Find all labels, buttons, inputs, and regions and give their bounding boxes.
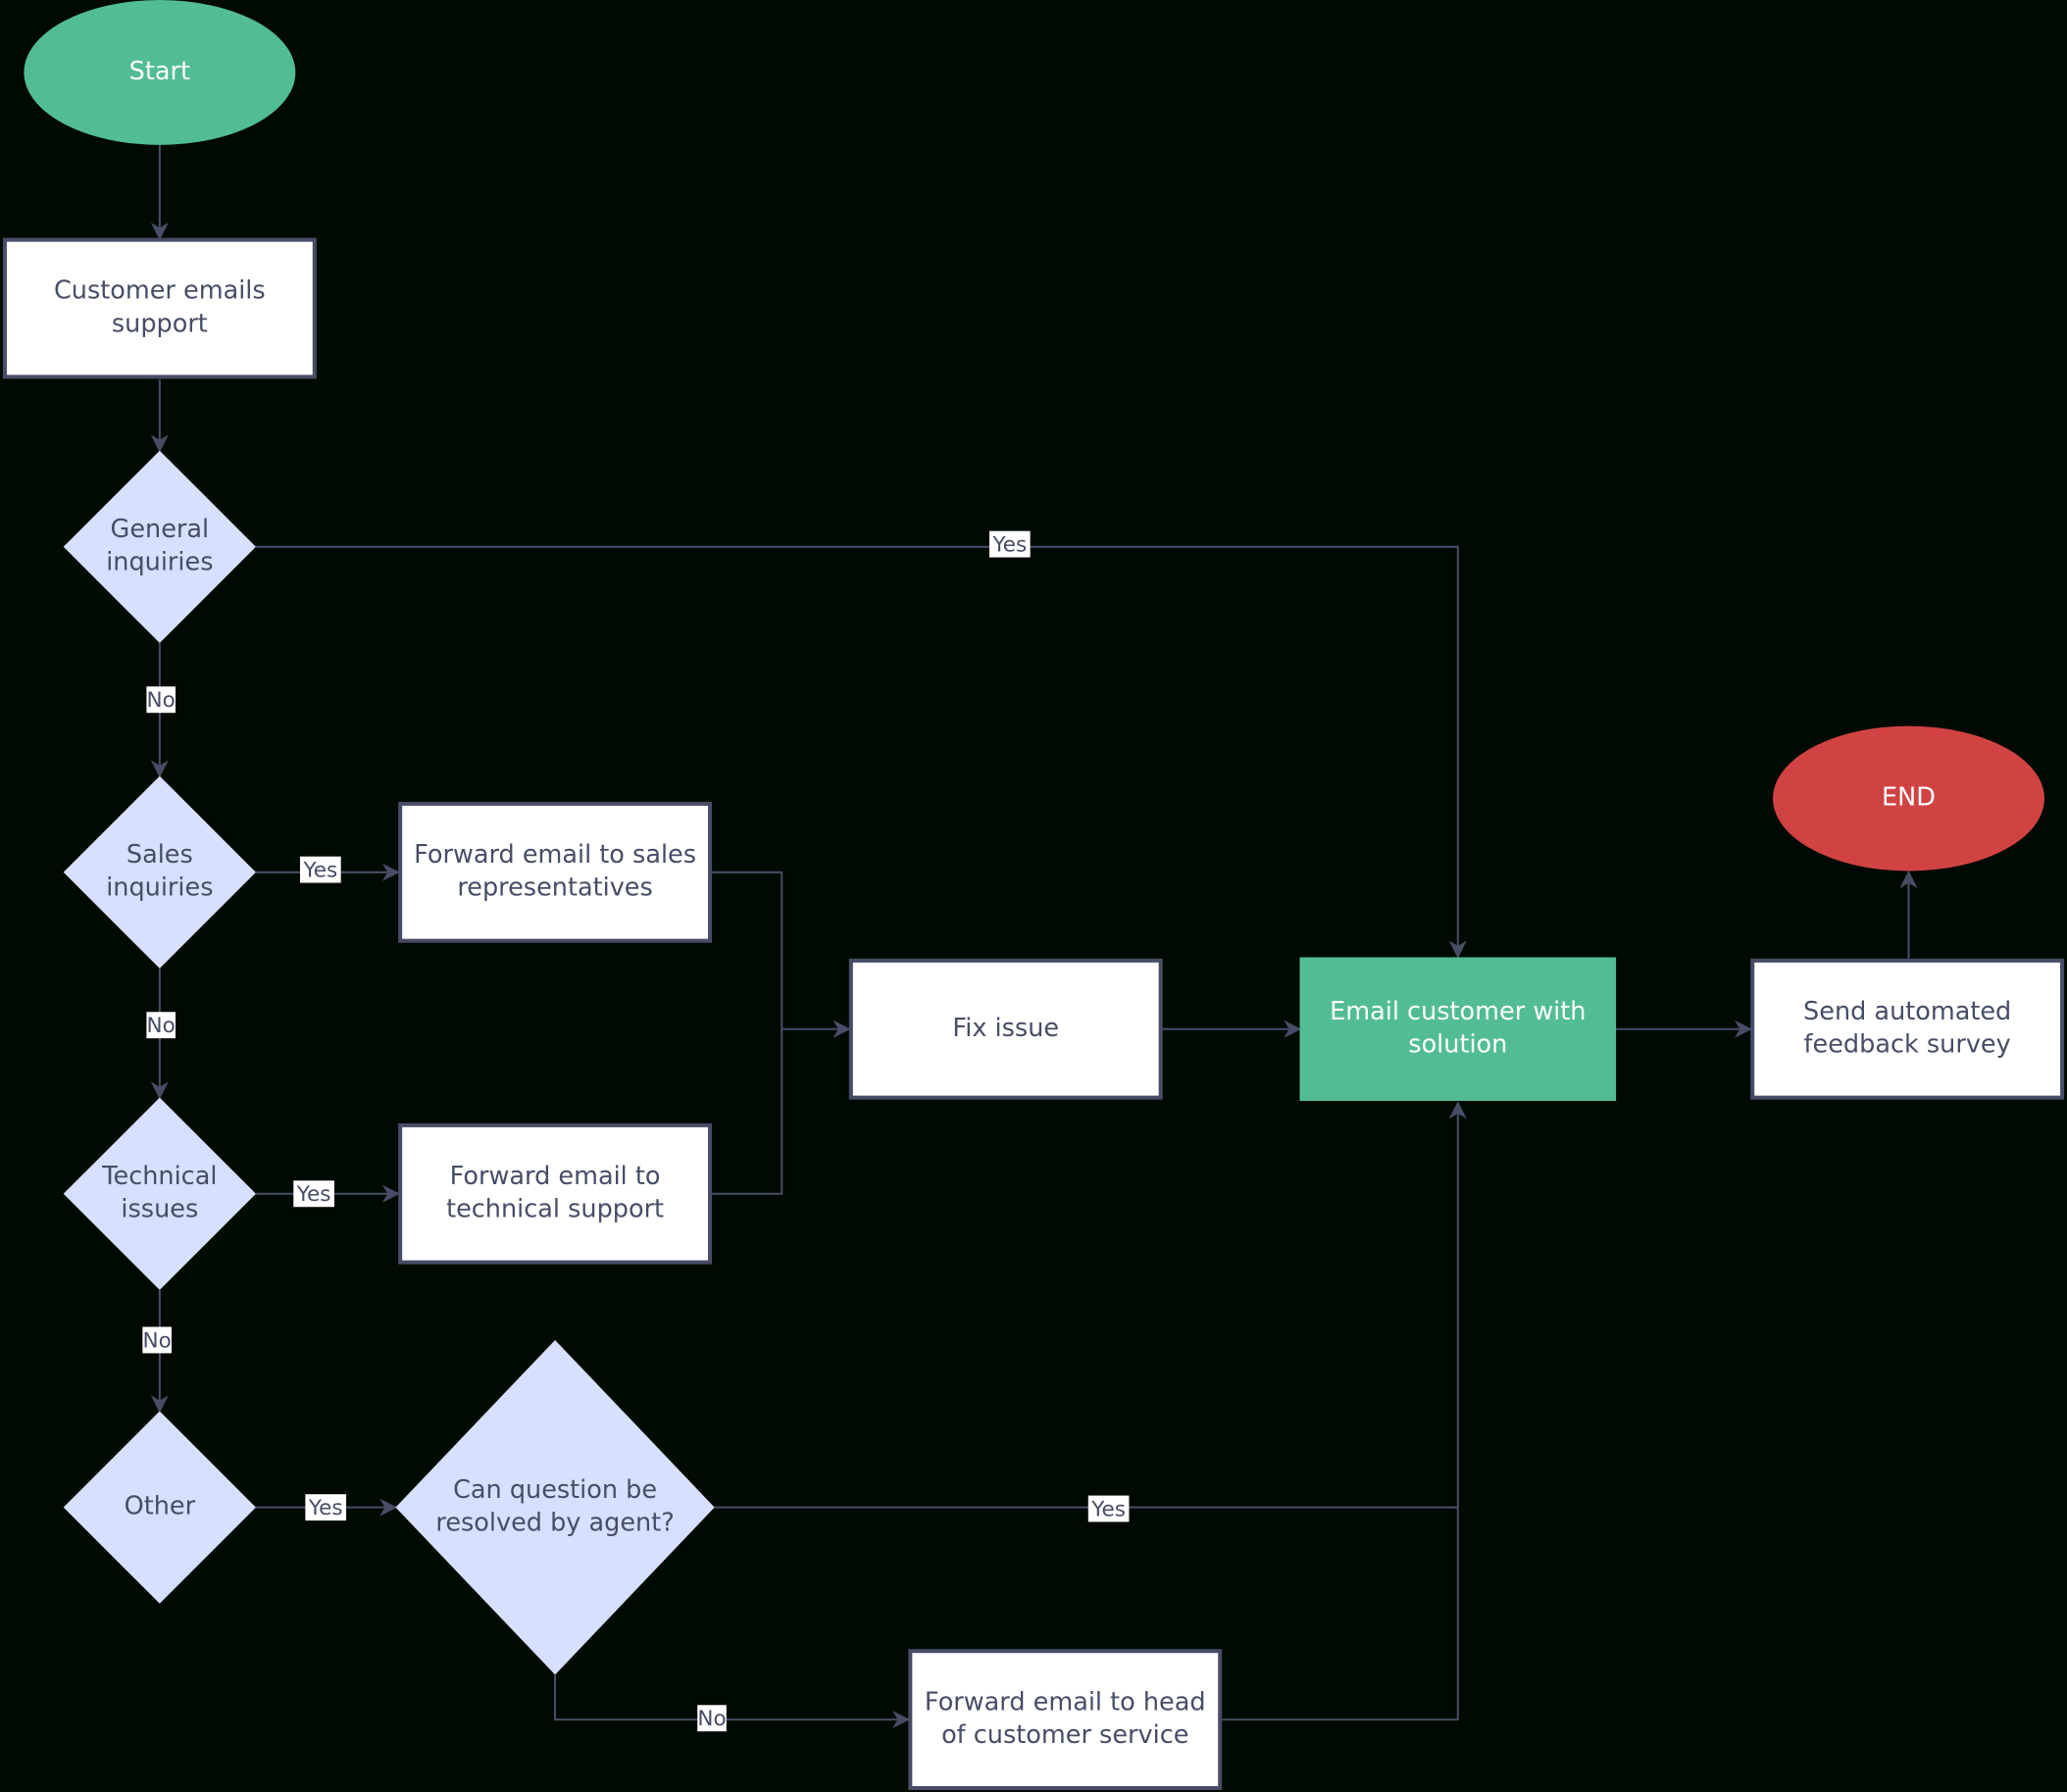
connector-can_resolve-to-email_customer: [714, 1101, 1467, 1509]
node-label: solution: [1408, 1030, 1507, 1060]
node-label: Customer emails: [54, 276, 266, 306]
node-fix[interactable]: Fix issue: [848, 958, 1163, 1100]
node-customer-emails[interactable]: Customer emails support: [2, 237, 317, 379]
node-label: Forward email to: [450, 1162, 661, 1191]
node-label: Start: [129, 57, 190, 86]
edge-label-text: No: [143, 1328, 172, 1353]
edge-label-text: Yes: [308, 1496, 343, 1520]
edge-label: Yes: [1087, 1495, 1130, 1522]
edge-label: No: [697, 1705, 727, 1732]
edge-label-text: Yes: [302, 858, 337, 882]
edge-label-text: Yes: [991, 532, 1027, 557]
connector-fwd_head-to-email_customer: [1222, 1507, 1459, 1721]
edge-label: No: [142, 1326, 172, 1354]
node-sales[interactable]: Salesinquiries: [63, 775, 256, 969]
node-general[interactable]: General inquiries: [63, 450, 256, 643]
node-other[interactable]: Other: [63, 1411, 256, 1604]
node-label: support: [112, 309, 208, 338]
node-label: General: [111, 515, 210, 544]
node-label: of customer service: [941, 1720, 1188, 1750]
node-label: Send automated: [1803, 997, 2011, 1026]
node-label: representatives: [457, 873, 652, 903]
edge-label-text: Yes: [1090, 1497, 1126, 1521]
node-label: Technical: [101, 1162, 217, 1191]
node-technical[interactable]: Technical issues: [63, 1097, 256, 1290]
node-survey[interactable]: Send automated feedback survey: [1750, 958, 2065, 1100]
edge-label-text: No: [697, 1707, 726, 1731]
edge-label: No: [146, 1012, 176, 1039]
node-end[interactable]: END: [1773, 725, 2044, 871]
node-label: Sales: [126, 840, 193, 870]
connector-fwd_sales-to-fix: [712, 871, 851, 1038]
node-label: inquiries: [106, 873, 213, 903]
node-label: Other: [125, 1492, 196, 1521]
node-label: Email customer with: [1330, 997, 1586, 1026]
edge-label-text: No: [147, 1014, 176, 1038]
node-label: Fix issue: [952, 1014, 1059, 1043]
flowchart: Start Customer emails support General inquir…: [2, 0, 2065, 1790]
connector-fwd_tech-to-fix: [712, 1028, 783, 1195]
node-email-customer[interactable]: Email customer with solution: [1299, 957, 1617, 1102]
connector-can_resolve-to-fwd_head: [554, 1674, 911, 1729]
node-label: END: [1882, 783, 1936, 813]
edge-label: Yes: [305, 1494, 347, 1521]
node-fwd-head[interactable]: Forward email to headof customer service: [908, 1649, 1223, 1790]
edge-label-text: Yes: [296, 1182, 331, 1207]
node-label: inquiries: [106, 548, 213, 577]
node-label: Forward email to sales: [414, 840, 696, 870]
node-start[interactable]: Start: [24, 0, 296, 145]
edge-label-text: No: [147, 688, 176, 713]
node-label: technical support: [446, 1195, 664, 1224]
node-label: resolved by agent?: [435, 1508, 674, 1537]
edge-label: Yes: [293, 1180, 334, 1208]
node-fwd-tech[interactable]: Forward email to technical support: [398, 1122, 713, 1265]
node-label: Forward email to head: [925, 1687, 1206, 1717]
node-fwd-sales[interactable]: Forward email to salesrepresentatives: [398, 801, 713, 943]
node-label: feedback survey: [1804, 1030, 2011, 1060]
node-can-resolve[interactable]: Can question be resolved by agent?: [395, 1339, 715, 1675]
node-label: issues: [121, 1195, 198, 1224]
edge-label: No: [146, 686, 176, 714]
node-label: Can question be: [453, 1475, 657, 1505]
edge-label: Yes: [988, 530, 1031, 558]
edge-label: Yes: [299, 856, 341, 883]
